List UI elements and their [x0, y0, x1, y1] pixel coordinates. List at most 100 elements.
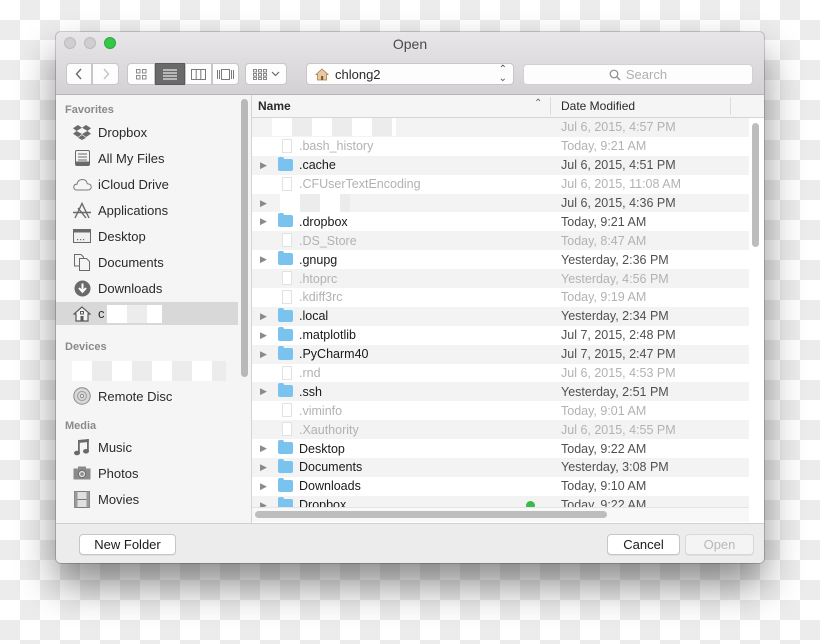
disclosure-triangle-icon[interactable]: ▶	[260, 254, 270, 265]
icon-view-button[interactable]	[127, 63, 155, 85]
window-title: Open	[392, 36, 428, 52]
file-row[interactable]: ▶ .dropbox Today, 9:21 AM	[252, 212, 749, 232]
sidebar-item-music[interactable]: Music	[56, 435, 238, 459]
sort-ascending-icon: ⌃	[534, 98, 543, 109]
file-row[interactable]: ▶ .local Yesterday, 2:34 PM	[252, 306, 749, 326]
sidebar-item-movies[interactable]: Movies	[56, 487, 238, 511]
file-row[interactable]: .CFUserTextEncoding Jul 6, 2015, 11:08 AM	[252, 174, 749, 194]
disclosure-triangle-icon[interactable]: ▶	[260, 160, 270, 171]
sidebar-heading-media: Media	[65, 420, 97, 432]
document-icon	[282, 365, 292, 380]
arrange-button[interactable]	[245, 63, 287, 85]
file-row[interactable]: ▶ .gnupg Yesterday, 2:36 PM	[252, 250, 749, 270]
redacted-device	[72, 361, 226, 381]
sidebar-item-desktop[interactable]: Desktop	[56, 224, 238, 248]
date-modified: Today, 8:47 AM	[561, 233, 647, 248]
file-row[interactable]: Jul 6, 2015, 4:57 PM	[252, 118, 749, 137]
sidebar-item-documents[interactable]: Documents	[56, 250, 238, 274]
disclosure-triangle-icon[interactable]: ▶	[260, 481, 270, 492]
arrange-grid-icon	[252, 68, 267, 80]
file-row[interactable]: .rnd Jul 6, 2015, 4:53 PM	[252, 363, 749, 383]
sidebar-item-downloads[interactable]: Downloads	[56, 276, 238, 300]
file-row[interactable]: .DS_Store Today, 8:47 AM	[252, 231, 749, 251]
disclosure-triangle-icon[interactable]: ▶	[260, 349, 270, 360]
sidebar-item-dropbox[interactable]: Dropbox	[56, 120, 238, 144]
date-modified: Jul 6, 2015, 4:55 PM	[561, 422, 676, 437]
file-name: .cache	[299, 158, 336, 173]
date-modified: Jul 6, 2015, 4:53 PM	[561, 366, 676, 381]
column-divider[interactable]	[550, 97, 551, 115]
open-dialog: Open chlong2 ⌃ ⌄ Search Favorites Dropbo…	[56, 32, 764, 563]
file-row[interactable]: ▶ .PyCharm40 Jul 7, 2015, 2:47 PM	[252, 344, 749, 364]
date-modified: Jul 7, 2015, 2:48 PM	[561, 328, 676, 343]
sidebar: Favorites Dropbox All My Files iCloud Dr…	[56, 95, 252, 523]
folder-icon	[278, 459, 293, 474]
sidebar-item-remote-disc[interactable]: Remote Disc	[56, 384, 238, 408]
dropbox-icon	[72, 124, 92, 140]
file-row[interactable]: .viminfo Today, 9:01 AM	[252, 401, 749, 421]
disclosure-triangle-icon[interactable]: ▶	[260, 216, 270, 227]
column-header-name[interactable]: Name	[258, 99, 291, 113]
file-row[interactable]: .kdiff3rc Today, 9:19 AM	[252, 288, 749, 307]
folder-icon	[278, 213, 293, 228]
disclosure-triangle-icon[interactable]: ▶	[260, 462, 270, 473]
folder-icon	[278, 307, 293, 322]
disclosure-triangle-icon[interactable]: ▶	[260, 198, 270, 209]
search-field[interactable]: Search	[523, 64, 753, 85]
file-row[interactable]: ▶ Downloads Today, 9:10 AM	[252, 476, 749, 496]
file-row[interactable]: ▶ .cache Jul 6, 2015, 4:51 PM	[252, 155, 749, 175]
open-button[interactable]: Open	[685, 534, 754, 555]
cancel-button[interactable]: Cancel	[607, 534, 680, 555]
redacted-name	[280, 193, 350, 212]
file-name: .viminfo	[299, 403, 343, 418]
file-row[interactable]: ▶ Documents Yesterday, 3:08 PM	[252, 458, 749, 477]
file-row[interactable]: ▶ .matplotlib Jul 7, 2015, 2:48 PM	[252, 325, 749, 345]
file-name: .PyCharm40	[299, 347, 369, 362]
disclosure-triangle-icon[interactable]: ▶	[260, 330, 270, 341]
coverflow-view-button[interactable]	[212, 63, 239, 85]
list-view-button[interactable]	[155, 63, 185, 85]
sidebar-item-label: Remote Disc	[98, 388, 173, 404]
vertical-scrollbar[interactable]	[752, 123, 759, 247]
disclosure-triangle-icon[interactable]: ▶	[260, 443, 270, 454]
back-button[interactable]	[66, 63, 92, 85]
folder-icon	[278, 251, 293, 266]
location-popup[interactable]: chlong2 ⌃ ⌄	[306, 63, 514, 85]
file-name: .rnd	[299, 366, 321, 381]
sidebar-item-all-my-files[interactable]: All My Files	[56, 146, 238, 170]
disclosure-triangle-icon[interactable]: ▶	[260, 386, 270, 397]
sidebar-item-photos[interactable]: Photos	[56, 461, 238, 485]
forward-button[interactable]	[92, 63, 119, 85]
column-header-date-modified[interactable]: Date Modified	[561, 99, 635, 113]
chevron-down-icon	[271, 71, 279, 77]
applications-icon	[72, 201, 92, 219]
horizontal-scrollbar[interactable]	[255, 511, 607, 518]
date-modified: Today, 9:01 AM	[561, 403, 647, 418]
columns-icon	[191, 68, 206, 80]
sidebar-item-device-redacted[interactable]	[56, 359, 238, 383]
file-name: .htoprc	[299, 271, 338, 286]
redacted-name	[272, 118, 396, 136]
file-row[interactable]: .htoprc Yesterday, 4:56 PM	[252, 269, 749, 289]
sidebar-item-applications[interactable]: Applications	[56, 198, 238, 222]
file-row[interactable]: ▶ Jul 6, 2015, 4:36 PM	[252, 193, 749, 213]
disclosure-triangle-icon[interactable]: ▶	[260, 311, 270, 322]
file-list: Name ⌃ Date Modified Jul 6, 2015, 4:57 P…	[252, 95, 764, 523]
file-name: .gnupg	[299, 252, 338, 267]
sidebar-item-icloud-drive[interactable]: iCloud Drive	[56, 172, 238, 196]
column-view-button[interactable]	[185, 63, 212, 85]
file-row[interactable]: .bash_history Today, 9:21 AM	[252, 136, 749, 156]
column-divider[interactable]	[730, 97, 731, 115]
new-folder-button[interactable]: New Folder	[79, 534, 176, 555]
file-row[interactable]: ▶ .ssh Yesterday, 2:51 PM	[252, 382, 749, 402]
file-row[interactable]: .Xauthority Jul 6, 2015, 4:55 PM	[252, 420, 749, 440]
document-icon	[282, 422, 292, 437]
sidebar-item-home[interactable]: c	[56, 302, 238, 325]
file-rows: Jul 6, 2015, 4:57 PM .bash_history Today, …	[252, 118, 749, 515]
sidebar-scrollbar[interactable]	[241, 99, 248, 377]
camera-icon	[72, 466, 92, 480]
search-placeholder: Search	[625, 67, 668, 82]
date-modified: Jul 6, 2015, 11:08 AM	[561, 177, 681, 192]
sidebar-item-label: Downloads	[98, 280, 163, 296]
file-row[interactable]: ▶ Desktop Today, 9:22 AM	[252, 439, 749, 459]
